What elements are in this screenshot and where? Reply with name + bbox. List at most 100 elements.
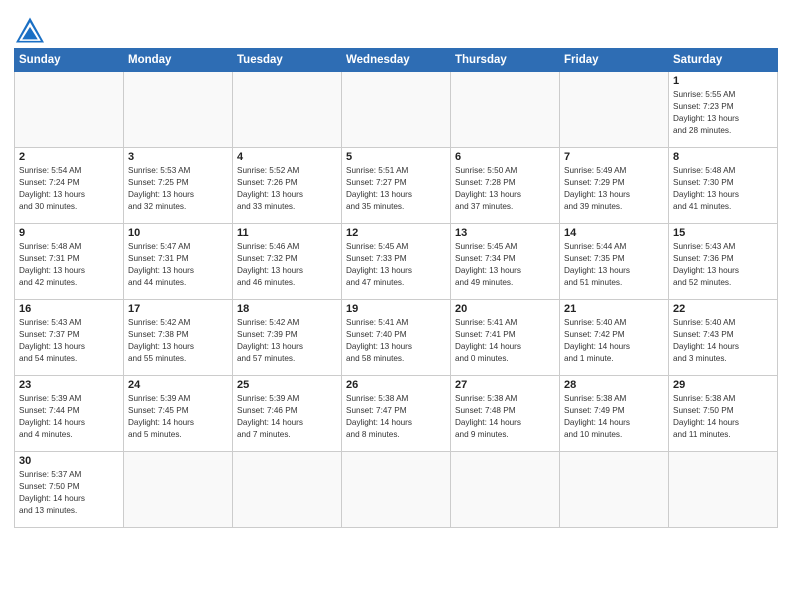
week-row-2: 9 Sunrise: 5:48 AM Sunset: 7:31 PM Daylig… xyxy=(15,224,778,300)
day-info: Sunrise: 5:41 AM Sunset: 7:40 PM Dayligh… xyxy=(346,317,446,365)
day-cell: 2 Sunrise: 5:54 AM Sunset: 7:24 PM Daylig… xyxy=(15,148,124,224)
day-cell xyxy=(15,72,124,148)
day-number: 19 xyxy=(346,303,446,315)
day-number: 18 xyxy=(237,303,337,315)
header-day-monday: Monday xyxy=(124,49,233,72)
day-cell: 4 Sunrise: 5:52 AM Sunset: 7:26 PM Daylig… xyxy=(233,148,342,224)
day-number: 13 xyxy=(455,227,555,239)
day-cell: 23 Sunrise: 5:39 AM Sunset: 7:44 PM Dayli… xyxy=(15,376,124,452)
day-number: 25 xyxy=(237,379,337,391)
day-cell: 25 Sunrise: 5:39 AM Sunset: 7:46 PM Dayli… xyxy=(233,376,342,452)
day-cell: 7 Sunrise: 5:49 AM Sunset: 7:29 PM Daylig… xyxy=(560,148,669,224)
day-info: Sunrise: 5:38 AM Sunset: 7:49 PM Dayligh… xyxy=(564,393,664,441)
day-cell xyxy=(124,72,233,148)
calendar-body: 1 Sunrise: 5:55 AM Sunset: 7:23 PM Daylig… xyxy=(15,72,778,528)
day-info: Sunrise: 5:46 AM Sunset: 7:32 PM Dayligh… xyxy=(237,241,337,289)
week-row-1: 2 Sunrise: 5:54 AM Sunset: 7:24 PM Daylig… xyxy=(15,148,778,224)
day-info: Sunrise: 5:51 AM Sunset: 7:27 PM Dayligh… xyxy=(346,165,446,213)
week-row-3: 16 Sunrise: 5:43 AM Sunset: 7:37 PM Dayli… xyxy=(15,300,778,376)
day-cell: 28 Sunrise: 5:38 AM Sunset: 7:49 PM Dayli… xyxy=(560,376,669,452)
day-number: 23 xyxy=(19,379,119,391)
day-info: Sunrise: 5:52 AM Sunset: 7:26 PM Dayligh… xyxy=(237,165,337,213)
day-number: 16 xyxy=(19,303,119,315)
day-info: Sunrise: 5:37 AM Sunset: 7:50 PM Dayligh… xyxy=(19,469,119,517)
header-day-friday: Friday xyxy=(560,49,669,72)
day-cell: 22Sunrise: 5:40 AM Sunset: 7:43 PM Dayli… xyxy=(669,300,778,376)
day-number: 4 xyxy=(237,151,337,163)
day-cell: 24Sunrise: 5:39 AM Sunset: 7:45 PM Dayli… xyxy=(124,376,233,452)
day-cell xyxy=(560,72,669,148)
header-day-wednesday: Wednesday xyxy=(342,49,451,72)
day-number: 11 xyxy=(237,227,337,239)
day-info: Sunrise: 5:48 AM Sunset: 7:31 PM Dayligh… xyxy=(19,241,119,289)
day-info: Sunrise: 5:54 AM Sunset: 7:24 PM Dayligh… xyxy=(19,165,119,213)
day-number: 15 xyxy=(673,227,773,239)
day-number: 30 xyxy=(19,455,119,467)
day-cell: 21 Sunrise: 5:40 AM Sunset: 7:42 PM Dayli… xyxy=(560,300,669,376)
day-info: Sunrise: 5:45 AM Sunset: 7:33 PM Dayligh… xyxy=(346,241,446,289)
day-cell: 17 Sunrise: 5:42 AM Sunset: 7:38 PM Dayli… xyxy=(124,300,233,376)
day-info: Sunrise: 5:50 AM Sunset: 7:28 PM Dayligh… xyxy=(455,165,555,213)
day-number: 21 xyxy=(564,303,664,315)
day-info: Sunrise: 5:38 AM Sunset: 7:47 PM Dayligh… xyxy=(346,393,446,441)
header-day-saturday: Saturday xyxy=(669,49,778,72)
day-number: 14 xyxy=(564,227,664,239)
day-number: 7 xyxy=(564,151,664,163)
day-cell: 8 Sunrise: 5:48 AM Sunset: 7:30 PM Daylig… xyxy=(669,148,778,224)
day-number: 8 xyxy=(673,151,773,163)
day-info: Sunrise: 5:53 AM Sunset: 7:25 PM Dayligh… xyxy=(128,165,228,213)
day-info: Sunrise: 5:42 AM Sunset: 7:38 PM Dayligh… xyxy=(128,317,228,365)
day-info: Sunrise: 5:49 AM Sunset: 7:29 PM Dayligh… xyxy=(564,165,664,213)
page: SundayMondayTuesdayWednesdayThursdayFrid… xyxy=(0,0,792,612)
day-cell: 6 Sunrise: 5:50 AM Sunset: 7:28 PM Daylig… xyxy=(451,148,560,224)
header-day-thursday: Thursday xyxy=(451,49,560,72)
day-info: Sunrise: 5:42 AM Sunset: 7:39 PM Dayligh… xyxy=(237,317,337,365)
day-info: Sunrise: 5:38 AM Sunset: 7:48 PM Dayligh… xyxy=(455,393,555,441)
day-cell: 20 Sunrise: 5:41 AM Sunset: 7:41 PM Dayli… xyxy=(451,300,560,376)
day-cell xyxy=(560,452,669,528)
day-cell: 9 Sunrise: 5:48 AM Sunset: 7:31 PM Daylig… xyxy=(15,224,124,300)
day-number: 6 xyxy=(455,151,555,163)
day-info: Sunrise: 5:39 AM Sunset: 7:45 PM Dayligh… xyxy=(128,393,228,441)
day-number: 20 xyxy=(455,303,555,315)
day-info: Sunrise: 5:40 AM Sunset: 7:42 PM Dayligh… xyxy=(564,317,664,365)
day-cell xyxy=(451,72,560,148)
day-cell: 14 Sunrise: 5:44 AM Sunset: 7:35 PM Dayli… xyxy=(560,224,669,300)
logo-icon xyxy=(14,16,46,44)
day-number: 17 xyxy=(128,303,228,315)
day-number: 27 xyxy=(455,379,555,391)
day-number: 5 xyxy=(346,151,446,163)
week-row-0: 1 Sunrise: 5:55 AM Sunset: 7:23 PM Daylig… xyxy=(15,72,778,148)
day-cell xyxy=(233,452,342,528)
day-number: 10 xyxy=(128,227,228,239)
day-cell: 3 Sunrise: 5:53 AM Sunset: 7:25 PM Daylig… xyxy=(124,148,233,224)
day-cell: 13Sunrise: 5:45 AM Sunset: 7:34 PM Dayli… xyxy=(451,224,560,300)
day-cell: 12 Sunrise: 5:45 AM Sunset: 7:33 PM Dayli… xyxy=(342,224,451,300)
day-cell: 27 Sunrise: 5:38 AM Sunset: 7:48 PM Dayli… xyxy=(451,376,560,452)
day-info: Sunrise: 5:39 AM Sunset: 7:44 PM Dayligh… xyxy=(19,393,119,441)
day-info: Sunrise: 5:47 AM Sunset: 7:31 PM Dayligh… xyxy=(128,241,228,289)
day-number: 28 xyxy=(564,379,664,391)
day-number: 1 xyxy=(673,75,773,87)
day-info: Sunrise: 5:39 AM Sunset: 7:46 PM Dayligh… xyxy=(237,393,337,441)
day-info: Sunrise: 5:43 AM Sunset: 7:37 PM Dayligh… xyxy=(19,317,119,365)
week-row-4: 23 Sunrise: 5:39 AM Sunset: 7:44 PM Dayli… xyxy=(15,376,778,452)
calendar: SundayMondayTuesdayWednesdayThursdayFrid… xyxy=(14,48,778,528)
day-cell: 30 Sunrise: 5:37 AM Sunset: 7:50 PM Dayli… xyxy=(15,452,124,528)
day-cell: 18 Sunrise: 5:42 AM Sunset: 7:39 PM Dayli… xyxy=(233,300,342,376)
day-number: 29 xyxy=(673,379,773,391)
day-number: 2 xyxy=(19,151,119,163)
day-info: Sunrise: 5:44 AM Sunset: 7:35 PM Dayligh… xyxy=(564,241,664,289)
day-info: Sunrise: 5:48 AM Sunset: 7:30 PM Dayligh… xyxy=(673,165,773,213)
day-number: 3 xyxy=(128,151,228,163)
day-number: 9 xyxy=(19,227,119,239)
day-cell: 10 Sunrise: 5:47 AM Sunset: 7:31 PM Dayli… xyxy=(124,224,233,300)
day-info: Sunrise: 5:43 AM Sunset: 7:36 PM Dayligh… xyxy=(673,241,773,289)
day-number: 12 xyxy=(346,227,446,239)
day-cell xyxy=(124,452,233,528)
day-info: Sunrise: 5:55 AM Sunset: 7:23 PM Dayligh… xyxy=(673,89,773,137)
day-info: Sunrise: 5:38 AM Sunset: 7:50 PM Dayligh… xyxy=(673,393,773,441)
day-info: Sunrise: 5:41 AM Sunset: 7:41 PM Dayligh… xyxy=(455,317,555,365)
day-cell xyxy=(342,72,451,148)
day-cell: 1 Sunrise: 5:55 AM Sunset: 7:23 PM Daylig… xyxy=(669,72,778,148)
